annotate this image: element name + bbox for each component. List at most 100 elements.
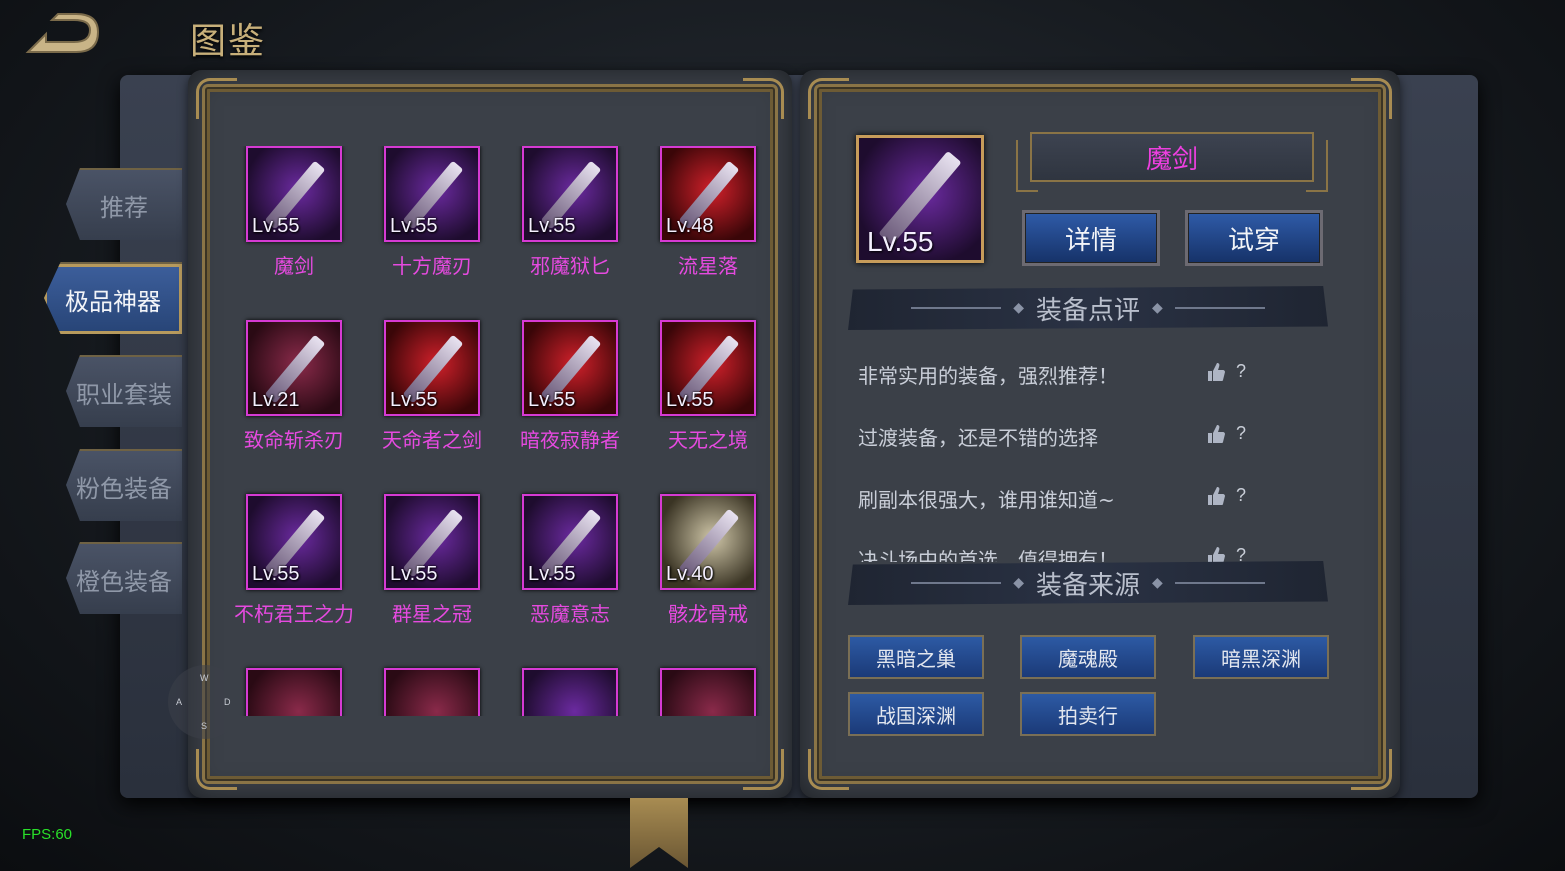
review-row: 过渡装备，还是不错的选择 ? — [858, 414, 1268, 454]
tab-label: 粉色装备 — [76, 474, 172, 503]
corner-ornament — [196, 749, 237, 790]
item-level: Lv.40 — [666, 563, 714, 585]
item-name: 致命斩杀刃 — [244, 428, 344, 452]
diamond-icon: ◆ — [1013, 300, 1024, 316]
review-row: 刷副本很强大，谁用谁知道~ ? — [858, 476, 1268, 516]
item-level: Lv.55 — [528, 563, 576, 585]
review-list[interactable]: 非常实用的装备，强烈推荐！ ? 过渡装备，还是不错的选择 ? 刷副本很强大，谁用… — [858, 350, 1268, 562]
ring-icon: Lv.55 — [384, 494, 480, 590]
item-level: Lv.55 — [390, 563, 438, 585]
source-button-auction[interactable]: 拍卖行 — [1020, 692, 1156, 736]
item-card[interactable] — [362, 668, 502, 716]
corner-ornament — [808, 78, 849, 119]
corner-ornament — [743, 749, 784, 790]
item-card[interactable] — [500, 668, 640, 716]
joystick-right: D — [224, 697, 231, 707]
review-text: 过渡装备，还是不错的选择 — [858, 426, 1098, 450]
source-button-dark-nest[interactable]: 黑暗之巢 — [848, 635, 984, 679]
thumbs-up-icon[interactable] — [1206, 546, 1226, 562]
item-name: 十方魔刃 — [392, 254, 472, 278]
thumbs-up-icon[interactable] — [1206, 362, 1226, 382]
review-row: 非常实用的装备，强烈推荐！ ? — [858, 352, 1268, 392]
item-icon — [384, 668, 480, 716]
joystick-down: S — [201, 721, 208, 731]
item-card[interactable]: Lv.40 骸龙骨戒 — [638, 494, 778, 627]
item-level: Lv.48 — [666, 215, 714, 237]
thumbs-up-icon[interactable] — [1206, 486, 1226, 506]
corner-ornament — [808, 749, 849, 790]
item-name: 天无之境 — [668, 428, 748, 452]
item-name: 群星之冠 — [392, 602, 472, 626]
dagger-icon: Lv.55 — [522, 146, 618, 242]
diamond-icon: ◆ — [1152, 300, 1163, 316]
tab-recommend[interactable]: 推荐 — [66, 168, 182, 240]
item-card[interactable]: Lv.55 暗夜寂静者 — [500, 320, 640, 453]
item-card[interactable]: Lv.48 流星落 — [638, 146, 778, 279]
source-section-title: 装备来源 — [1035, 570, 1140, 601]
item-level: Lv.55 — [390, 215, 438, 237]
corner-ornament — [1351, 78, 1392, 119]
review-text: 决斗场中的首选，值得拥有！ — [858, 548, 1118, 562]
source-button-soul-hall[interactable]: 魔魂殿 — [1020, 635, 1156, 679]
joystick-left: A — [176, 697, 183, 707]
source-button-dark-abyss[interactable]: 暗黑深渊 — [1193, 635, 1329, 679]
joystick-up: W — [200, 673, 209, 683]
katana-icon: Lv.55 — [522, 320, 618, 416]
item-icon — [522, 668, 618, 716]
tab-label: 橙色装备 — [76, 567, 172, 596]
item-card[interactable]: Lv.55 邪魔狱匕 — [500, 146, 640, 279]
item-card[interactable]: Lv.55 天无之境 — [638, 320, 778, 453]
corner-ornament — [196, 78, 237, 119]
tab-label: 极品神器 — [65, 287, 161, 316]
item-card[interactable]: Lv.55 十方魔刃 — [362, 146, 502, 279]
divider — [1174, 582, 1265, 584]
item-level: Lv.55 — [252, 215, 300, 237]
item-name: 邪魔狱匕 — [530, 254, 610, 278]
like-count: ? — [1236, 485, 1247, 505]
review-row: 决斗场中的首选，值得拥有！ ? — [858, 536, 1268, 562]
item-level: Lv.21 — [252, 389, 300, 411]
page-title: 图鉴 — [190, 21, 267, 62]
like-count: ? — [1236, 545, 1247, 562]
back-icon[interactable] — [24, 12, 102, 58]
ring-icon: Lv.40 — [660, 494, 756, 590]
try-on-button[interactable]: 试穿 — [1185, 210, 1323, 266]
item-card[interactable] — [224, 668, 364, 716]
divider — [1174, 307, 1265, 309]
item-card[interactable]: Lv.21 致命斩杀刃 — [224, 320, 364, 453]
item-card[interactable]: Lv.55 恶魔意志 — [500, 494, 640, 627]
item-level: Lv.55 — [390, 389, 438, 411]
tab-top-artifacts[interactable]: 极品神器 — [44, 262, 182, 334]
divider — [911, 307, 1002, 309]
selected-item-name: 魔剑 — [1030, 132, 1314, 182]
like-count: ? — [1236, 423, 1247, 443]
tab-orange-gear[interactable]: 橙色装备 — [66, 542, 182, 614]
item-card[interactable]: Lv.55 群星之冠 — [362, 494, 502, 627]
review-section-header: ◆ 装备点评 ◆ — [848, 286, 1328, 330]
item-icon — [660, 668, 756, 716]
item-grid[interactable]: Lv.55 魔剑 Lv.55 十方魔刃 Lv.55 邪魔狱匕 Lv.48 流星落… — [224, 146, 779, 716]
item-level: Lv.55 — [252, 563, 300, 585]
tab-pink-gear[interactable]: 粉色装备 — [66, 449, 182, 521]
sword-icon: Lv.55 — [246, 146, 342, 242]
review-text: 刷副本很强大，谁用谁知道~ — [858, 488, 1115, 512]
selected-item-icon: Lv.55 — [856, 135, 984, 263]
thumbs-up-icon[interactable] — [1206, 424, 1226, 444]
tab-label: 职业套装 — [76, 380, 172, 409]
item-name: 骸龙骨戒 — [668, 602, 748, 626]
tab-class-sets[interactable]: 职业套装 — [66, 355, 182, 427]
item-name: 天命者之剑 — [382, 428, 482, 452]
item-name: 不朽君王之力 — [234, 602, 354, 626]
item-card[interactable]: Lv.55 不朽君王之力 — [224, 494, 364, 627]
amulet-icon: Lv.55 — [660, 320, 756, 416]
item-card[interactable] — [638, 668, 778, 716]
item-card[interactable]: Lv.55 天命者之剑 — [362, 320, 502, 453]
item-card[interactable]: Lv.55 魔剑 — [224, 146, 364, 279]
detail-button[interactable]: 详情 — [1022, 210, 1160, 266]
item-name: 魔剑 — [274, 254, 314, 278]
item-level: Lv.55 — [528, 215, 576, 237]
claw-icon: Lv.55 — [246, 494, 342, 590]
source-button-warring-abyss[interactable]: 战国深渊 — [848, 692, 984, 736]
virtual-joystick[interactable]: W A D S — [168, 665, 242, 739]
katana-icon: Lv.48 — [660, 146, 756, 242]
